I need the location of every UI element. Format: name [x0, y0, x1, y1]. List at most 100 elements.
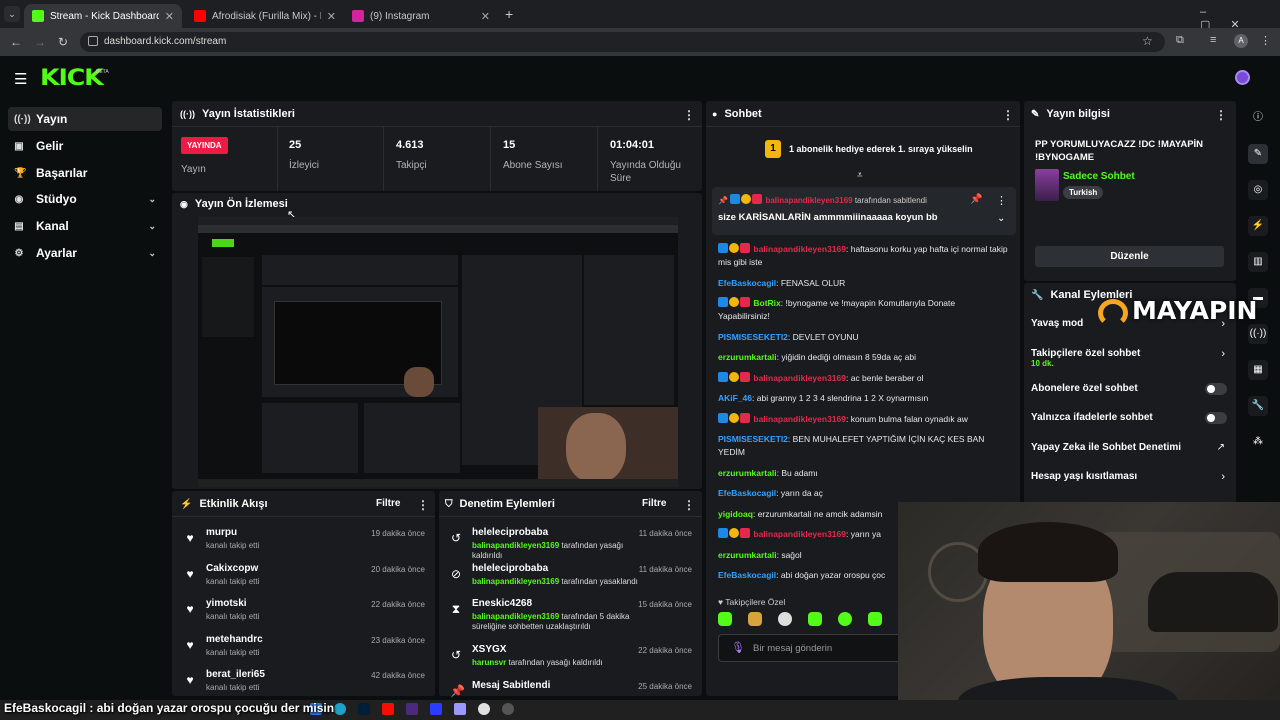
chat-username[interactable]: balinapandikleyen3169	[753, 244, 846, 254]
sidebar-item-yayin[interactable]: ((·)) Yayın	[8, 107, 162, 131]
moderation-filter-button[interactable]: Filtre	[642, 498, 666, 509]
premiere-icon[interactable]	[454, 703, 466, 715]
browser-tab-kick[interactable]: Stream - Kick Dashboard ✕	[24, 4, 182, 28]
emote-icon[interactable]	[778, 612, 792, 626]
stream-preview-video[interactable]	[198, 217, 678, 487]
browser-tab-youtube[interactable]: Afrodisiak (Furilla Mix) - Furilla... ✕	[186, 4, 344, 28]
sidebar-item-studyo[interactable]: ◉ Stüdyo ⌄	[8, 187, 162, 211]
acrobat-icon[interactable]	[382, 703, 394, 715]
chat-username[interactable]: EfeBaskocagil	[718, 488, 776, 498]
close-icon[interactable]: ✕	[481, 10, 490, 23]
activity-filter-button[interactable]: Filtre	[376, 498, 400, 509]
moderation-item[interactable]: ↺ heleleciprobaba balinapandikleyen3169 ta…	[450, 527, 702, 563]
channel-action-item[interactable]: Takipçilere özel sohbet 10 dk. ›	[1031, 348, 1227, 383]
chat-message[interactable]: EfeBaskocagil: yarın da aç	[718, 487, 1008, 500]
moderation-user[interactable]: heleleciprobaba	[472, 527, 642, 538]
chat-message[interactable]: balinapandikleyen3169: konum bulma falan…	[718, 412, 1008, 426]
chat-username[interactable]: erzurumkartali	[718, 468, 777, 478]
chat-username[interactable]: BotRix	[753, 298, 780, 308]
bookmark-star-icon[interactable]: ☆	[1142, 34, 1153, 48]
obs-icon[interactable]	[502, 703, 514, 715]
chevron-down-icon[interactable]: ⌄	[997, 213, 1005, 224]
camera-icon[interactable]: ◎	[1248, 180, 1268, 200]
chat-username[interactable]: AKiF_46	[718, 393, 752, 403]
channel-action-item[interactable]: Yalnızca ifadelerle sohbet	[1031, 412, 1227, 442]
close-icon[interactable]: ✕	[327, 10, 336, 23]
moderation-user[interactable]: Mesaj Sabitlendi	[472, 680, 642, 691]
stats-menu-icon[interactable]: ⋮	[683, 108, 695, 122]
moderation-item[interactable]: ⊘ heleleciprobaba balinapandikleyen3169 ta…	[450, 563, 702, 599]
category-link[interactable]: Sadece Sohbet	[1063, 171, 1135, 182]
reload-icon[interactable]: ↻	[55, 34, 71, 50]
chat-message[interactable]: EfeBaskocagil: FENASAL OLUR	[718, 277, 1008, 290]
sidebar-item-basarilar[interactable]: 🏆 Başarılar	[8, 161, 162, 185]
chevron-right-icon[interactable]: ›	[1221, 348, 1225, 360]
chat-username[interactable]: erzurumkartali	[718, 352, 777, 362]
tab-search-icon[interactable]: ⌄	[4, 6, 20, 22]
chat-username[interactable]: EfeBaskocagil	[718, 278, 776, 288]
activity-user[interactable]: berat_ileri65	[206, 669, 265, 680]
info-icon[interactable]: ⓘ	[1248, 108, 1268, 128]
chat-message[interactable]: balinapandikleyen3169: haftasonu korku y…	[718, 243, 1008, 269]
channel-action-item[interactable]: Hesap yaşı kısıtlaması ›	[1031, 471, 1227, 501]
hamburger-menu-icon[interactable]: ☰	[14, 70, 27, 88]
new-tab-button[interactable]: +	[505, 6, 513, 22]
pencil-icon[interactable]: ✎	[1248, 144, 1268, 164]
sidebar-item-gelir[interactable]: ▣ Gelir	[8, 134, 162, 158]
external-link-icon[interactable]: ↗	[1217, 442, 1225, 453]
activity-user[interactable]: yimotski	[206, 598, 259, 609]
edge-icon[interactable]	[334, 703, 346, 715]
toggle-switch[interactable]	[1205, 412, 1227, 424]
activity-user[interactable]: metehandrc	[206, 634, 263, 645]
media-icon[interactable]: ≡	[1210, 34, 1216, 46]
chevron-right-icon[interactable]: ›	[1221, 471, 1225, 483]
chat-username[interactable]: balinapandikleyen3169	[753, 414, 846, 424]
chat-message[interactable]: PISMISESEKETI2: BEN MUHALEFET YAPTIĞIM İ…	[718, 433, 1008, 459]
activity-item[interactable]: ♥ yimotski kanalı takip etti 22 dakika önce	[184, 598, 435, 634]
sidebar-item-kanal[interactable]: ▤ Kanal ⌄	[8, 214, 162, 238]
nodes-icon[interactable]: ⁂	[1248, 432, 1268, 452]
activity-item[interactable]: ♥ murpu kanalı takip etti 19 dakika önce	[184, 527, 435, 563]
chat-message[interactable]: BotRix: !bynogame ve !mayapin Komutlarıy…	[718, 297, 1008, 323]
site-info-icon[interactable]	[88, 36, 98, 46]
chat-message[interactable]: erzurumkartali: Bu adamı	[718, 467, 1008, 480]
wrench-icon[interactable]: 🔧	[1248, 396, 1268, 416]
chat-menu-icon[interactable]: ⋮	[1002, 108, 1014, 122]
toggle-switch[interactable]	[1205, 382, 1227, 395]
chat-username[interactable]: balinapandikleyen3169	[753, 373, 846, 383]
moderation-menu-icon[interactable]: ⋮	[683, 498, 695, 512]
moderation-user[interactable]: XSYGX	[472, 644, 642, 655]
unpin-icon[interactable]: 📌	[970, 194, 982, 205]
edit-button[interactable]: Düzenle	[1035, 246, 1224, 267]
pinned-menu-icon[interactable]: ⋮	[996, 194, 1007, 207]
activity-user[interactable]: Cakixcopw	[206, 563, 259, 574]
sidebar-item-ayarlar[interactable]: ⚙ Ayarlar ⌄	[8, 241, 162, 265]
channel-action-item[interactable]: Abonelere özel sohbet	[1031, 382, 1227, 413]
profile-avatar[interactable]: A	[1234, 34, 1248, 48]
browser-menu-icon[interactable]: ⋮	[1260, 34, 1271, 47]
emote-icon[interactable]	[718, 612, 732, 626]
back-icon[interactable]: ←	[8, 34, 24, 50]
app-icon[interactable]	[430, 703, 442, 715]
activity-item[interactable]: ♥ Cakixcopw kanalı takip etti 20 dakika önc…	[184, 563, 435, 599]
chrome-icon[interactable]	[478, 703, 490, 715]
collapse-icon[interactable]: ⩡	[857, 170, 863, 181]
forward-icon[interactable]: →	[32, 34, 48, 50]
moderation-item[interactable]: ↺ XSYGX harunsvr tarafından yasağı kaldırı…	[450, 644, 702, 680]
chat-username[interactable]: yigidoaq	[718, 509, 753, 519]
activity-menu-icon[interactable]: ⋮	[417, 498, 429, 512]
microphone-icon[interactable]: 🎙	[731, 641, 745, 654]
chat-username[interactable]: balinapandikleyen3169	[753, 529, 846, 539]
stream-info-menu-icon[interactable]: ⋮	[1215, 108, 1227, 122]
chat-message[interactable]: PISMISESEKETI2: DEVLET OYUNU	[718, 331, 1008, 344]
photoshop-icon[interactable]	[358, 703, 370, 715]
chat-username[interactable]: erzurumkartali	[718, 550, 777, 560]
chat-message[interactable]: AKiF_46: abi granny 1 2 3 4 slendrina 1 …	[718, 392, 1008, 405]
lightning-icon[interactable]: ⚡	[1248, 216, 1268, 236]
user-avatar[interactable]	[1235, 70, 1250, 85]
chat-message[interactable]: balinapandikleyen3169: ac benle beraber …	[718, 371, 1008, 385]
extensions-icon[interactable]: ⧉	[1176, 34, 1184, 47]
activity-user[interactable]: murpu	[206, 527, 259, 538]
chat-username[interactable]: PISMISESEKETI2	[718, 332, 788, 342]
moderation-user[interactable]: heleleciprobaba	[472, 563, 642, 574]
